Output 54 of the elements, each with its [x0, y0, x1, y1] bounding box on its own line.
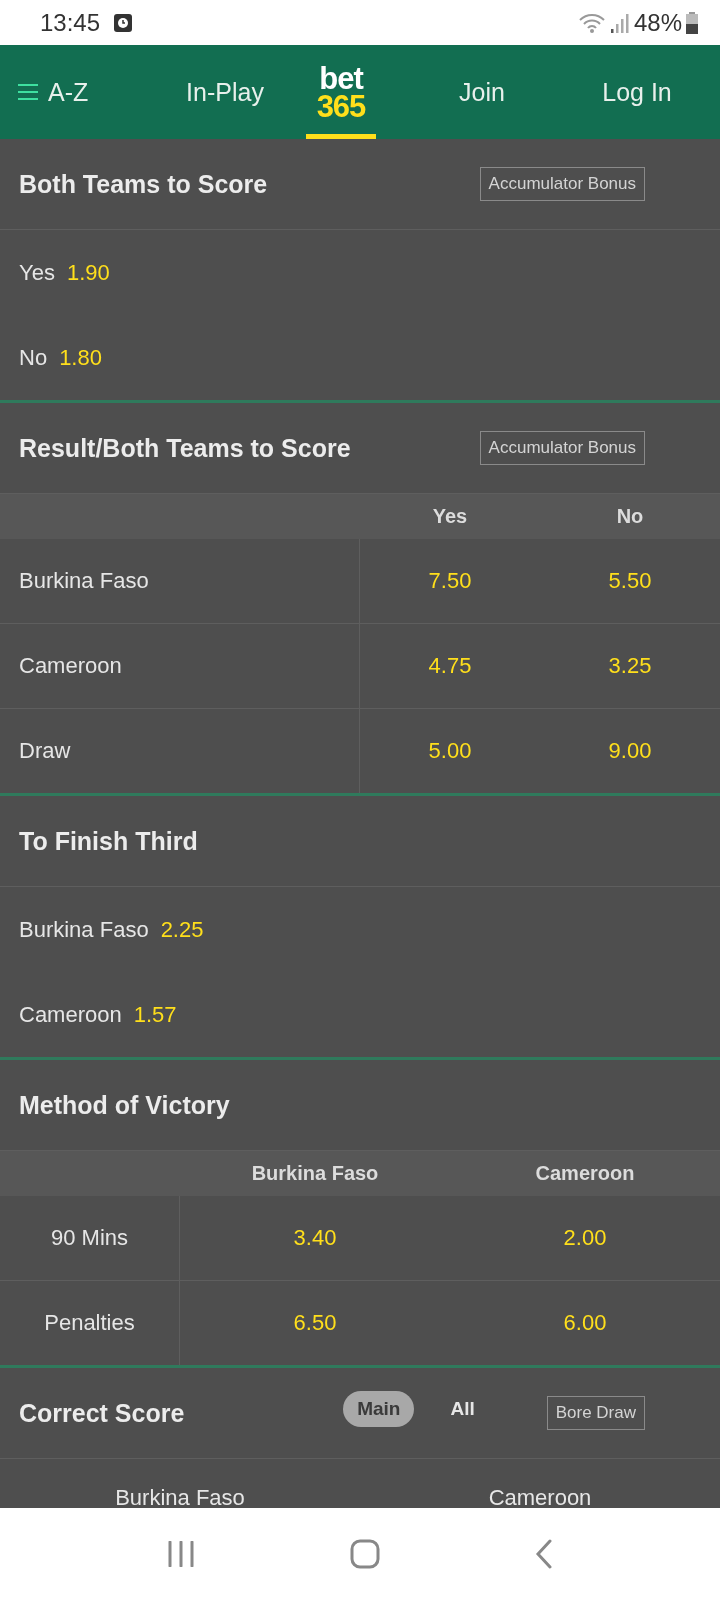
- team-name: Burkina Faso: [115, 1485, 245, 1511]
- market-title: Result/Both Teams to Score: [19, 433, 352, 463]
- market-title: Method of Victory: [19, 1090, 231, 1120]
- column-header: Burkina Faso: [250, 1162, 380, 1185]
- column-header: Cameroon: [534, 1162, 636, 1185]
- odds[interactable]: 3.25: [608, 653, 652, 679]
- odds[interactable]: 9.00: [608, 738, 652, 764]
- odds[interactable]: 3.40: [293, 1225, 337, 1251]
- odds[interactable]: 6.00: [563, 1310, 607, 1336]
- market-title: To Finish Third: [19, 826, 199, 856]
- battery-icon: [686, 11, 698, 34]
- recent-apps-icon[interactable]: [167, 1541, 196, 1567]
- back-icon[interactable]: [534, 1539, 553, 1569]
- selection-name: No: [19, 344, 48, 371]
- selection-name: Burkina Faso: [19, 916, 149, 943]
- row-label: Burkina Faso: [19, 568, 149, 594]
- clock: 13:45: [40, 8, 101, 37]
- nav-link[interactable]: Join: [382, 77, 582, 107]
- menu-icon: [18, 83, 38, 101]
- battery-percentage: 48%: [633, 8, 682, 37]
- bore-draw-tag: Bore Draw: [546, 1396, 645, 1430]
- filter-tab[interactable]: Main: [343, 1391, 415, 1427]
- filter-tab[interactable]: All: [436, 1391, 489, 1427]
- odds[interactable]: 4.75: [428, 653, 472, 679]
- accumulator-bonus-tag: Accumulator Bonus: [479, 431, 645, 465]
- column-header: No: [615, 505, 645, 528]
- odds[interactable]: 1.57: [133, 1001, 177, 1028]
- market-title: Correct Score: [19, 1398, 186, 1428]
- selection-name: Cameroon: [19, 1001, 122, 1028]
- row-label: 90 Mins: [50, 1225, 128, 1251]
- odds[interactable]: 5.00: [428, 738, 472, 764]
- market-title: Both Teams to Score: [19, 169, 269, 199]
- team-name: Cameroon: [488, 1485, 592, 1511]
- column-header: Yes: [431, 505, 469, 528]
- odds[interactable]: 5.50: [608, 568, 652, 594]
- nav-link[interactable]: Log In: [582, 77, 692, 107]
- notification-icon: [114, 13, 133, 32]
- row-label: Penalties: [44, 1310, 135, 1336]
- accumulator-bonus-tag: Accumulator Bonus: [479, 167, 645, 201]
- odds[interactable]: 2.00: [563, 1225, 607, 1251]
- signal-icon: [609, 11, 630, 34]
- nav-link[interactable]: In-Play: [150, 77, 300, 107]
- selection-name: Yes: [19, 259, 55, 286]
- odds[interactable]: 2.25: [160, 916, 204, 943]
- row-label: Cameroon: [19, 653, 122, 679]
- logo[interactable]: bet 365: [306, 45, 376, 139]
- odds[interactable]: 1.80: [59, 344, 102, 371]
- a-z-menu-button[interactable]: A-Z: [0, 76, 150, 108]
- home-icon[interactable]: [350, 1539, 380, 1569]
- odds[interactable]: 6.50: [293, 1310, 337, 1336]
- odds[interactable]: 7.50: [428, 568, 472, 594]
- wifi-icon: [577, 11, 606, 34]
- row-label: Draw: [19, 738, 71, 764]
- odds[interactable]: 1.90: [66, 259, 110, 286]
